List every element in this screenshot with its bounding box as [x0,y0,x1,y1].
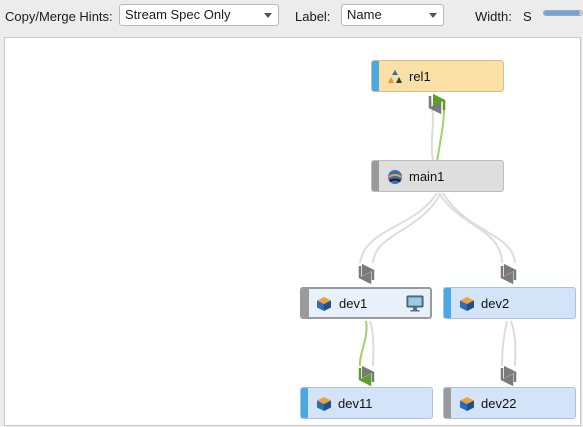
stream-node-dev11[interactable]: dev11 [300,387,433,419]
stream-name: dev2 [481,296,510,311]
stream-name: dev1 [339,296,368,311]
label-select[interactable]: Name [341,4,444,26]
stream-status-bar [372,61,379,91]
stream-name: dev22 [481,396,517,411]
development-cube-icon [317,397,331,411]
development-cube-icon [460,297,474,311]
stream-status-bar [372,161,379,191]
stream-status-bar [302,289,309,317]
development-cube-icon [460,397,474,411]
development-cube-icon [317,297,331,311]
stream-name: main1 [409,169,445,184]
stream-status-bar [444,388,451,418]
width-size-indicator: S [523,9,532,24]
chevron-down-icon [429,13,437,18]
toolbar: Copy/Merge Hints: Stream Spec Only Label… [0,0,583,34]
copy-merge-hints-select[interactable]: Stream Spec Only [119,4,279,26]
width-slider-fill [544,11,581,15]
edge-rel1-main1 [428,93,446,162]
stream-name: rel1 [409,69,431,84]
stream-node-dev22[interactable]: dev22 [443,387,576,419]
monitor-icon [406,295,424,312]
label-label: Label: [295,9,331,24]
edge-main1-dev2 [438,192,517,285]
edge-dev1-dev11 [358,320,375,387]
label-value: Name [347,7,382,22]
copy-merge-hints-label: Copy/Merge Hints: [5,9,113,24]
stream-graph-canvas[interactable]: rel1 main1 dev1 dev2 dev11 dev22 [4,37,581,426]
width-slider[interactable] [543,10,583,16]
width-label: Width: [475,9,512,24]
edge-dev2-dev22 [500,320,517,387]
stream-status-bar [444,288,451,318]
stream-name: dev11 [338,396,373,411]
edge-main1-dev1 [358,192,442,285]
release-triangles-icon [388,70,402,83]
stream-node-rel1[interactable]: rel1 [371,60,504,92]
stream-graph-edges [358,93,517,387]
stream-status-bar [301,388,308,418]
stream-node-dev2[interactable]: dev2 [443,287,576,319]
stream-node-dev1[interactable]: dev1 [300,287,432,319]
copy-merge-hints-value: Stream Spec Only [125,7,231,22]
chevron-down-icon [264,13,272,18]
stream-node-main1[interactable]: main1 [371,160,504,192]
mainline-globe-icon [388,170,402,184]
